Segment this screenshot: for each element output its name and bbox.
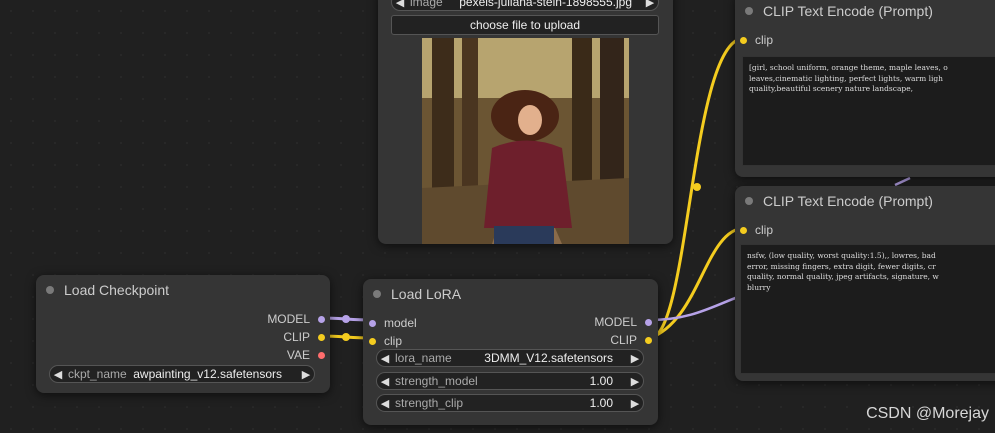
output-vae-label: VAE bbox=[286, 348, 310, 362]
strength-model-label: strength_model bbox=[395, 374, 478, 388]
upload-button[interactable]: choose file to upload bbox=[391, 15, 659, 35]
input-clip[interactable]: clip bbox=[369, 334, 402, 348]
load-image-node[interactable]: ◀ image pexels-juliana-stein-1898555.jpg… bbox=[378, 0, 673, 244]
clip-top-title-bar: CLIP Text Encode (Prompt) bbox=[735, 0, 995, 26]
clip-bottom-input[interactable]: clip bbox=[740, 223, 773, 237]
lora-name-value: 3DMM_V12.safetensors bbox=[484, 351, 613, 365]
clip-bottom-input-label: clip bbox=[755, 223, 774, 237]
input-model[interactable]: model bbox=[369, 316, 417, 330]
output-clip-label: CLIP bbox=[283, 330, 310, 344]
image-value: pexels-juliana-stein-1898555.jpg bbox=[459, 0, 632, 9]
output-model-label: MODEL bbox=[594, 315, 637, 329]
input-model-label: model bbox=[384, 316, 417, 330]
output-model-label: MODEL bbox=[267, 312, 310, 326]
image-select[interactable]: ◀ image pexels-juliana-stein-1898555.jpg… bbox=[391, 0, 659, 11]
clip-encode-top-node[interactable]: CLIP Text Encode (Prompt) clip [girl, sc… bbox=[735, 0, 995, 177]
strength-clip-label: strength_clip bbox=[395, 396, 464, 410]
right-arrow-icon[interactable]: ▶ bbox=[627, 397, 643, 410]
right-arrow-icon[interactable]: ▶ bbox=[627, 352, 643, 365]
clip-pin-icon[interactable] bbox=[369, 337, 376, 345]
clip-top-input[interactable]: clip bbox=[740, 33, 773, 47]
strength-clip-value: 1.00 bbox=[589, 396, 613, 410]
left-arrow-icon[interactable]: ◀ bbox=[377, 397, 393, 410]
output-vae[interactable]: VAE bbox=[287, 348, 325, 362]
photo-illustration bbox=[422, 38, 629, 244]
lora-title: Load LoRA bbox=[391, 286, 462, 302]
node-status-icon bbox=[745, 7, 753, 15]
strength-model-input[interactable]: ◀ strength_model 1.00 ▶ bbox=[376, 372, 644, 390]
output-clip[interactable]: CLIP bbox=[610, 333, 652, 347]
left-arrow-icon[interactable]: ◀ bbox=[50, 368, 66, 381]
output-clip[interactable]: CLIP bbox=[283, 330, 325, 344]
node-status-icon bbox=[373, 290, 381, 298]
ckpt-value: awpainting_v12.safetensors bbox=[133, 367, 282, 381]
clip-pin-icon[interactable] bbox=[318, 333, 325, 341]
model-pin-icon[interactable] bbox=[318, 315, 325, 323]
watermark: CSDN @Morejay bbox=[866, 405, 989, 422]
model-pin-icon[interactable] bbox=[645, 318, 652, 326]
ckpt-name-select[interactable]: ◀ ckpt_name awpainting_v12.safetensors ▶ bbox=[49, 365, 315, 383]
clip-top-input-label: clip bbox=[755, 33, 774, 47]
lora-name-select[interactable]: ◀ lora_name 3DMM_V12.safetensors ▶ bbox=[376, 349, 644, 367]
node-status-icon bbox=[46, 286, 54, 294]
image-label: image bbox=[410, 0, 443, 9]
strength-model-value: 1.00 bbox=[589, 374, 613, 388]
checkpoint-title: Load Checkpoint bbox=[64, 282, 170, 298]
strength-clip-input[interactable]: ◀ strength_clip 1.00 ▶ bbox=[376, 394, 644, 412]
clip-pin-icon[interactable] bbox=[740, 226, 747, 234]
image-preview bbox=[422, 38, 629, 244]
left-arrow-icon[interactable]: ◀ bbox=[377, 375, 393, 388]
ckpt-label: ckpt_name bbox=[68, 367, 127, 381]
right-arrow-icon[interactable]: ▶ bbox=[642, 0, 658, 9]
lora-name-label: lora_name bbox=[395, 351, 452, 365]
left-arrow-icon[interactable]: ◀ bbox=[392, 0, 408, 9]
clip-encode-bottom-node[interactable]: CLIP Text Encode (Prompt) clip nsfw, (lo… bbox=[735, 186, 995, 381]
output-model[interactable]: MODEL bbox=[267, 312, 325, 326]
left-arrow-icon[interactable]: ◀ bbox=[377, 352, 393, 365]
load-lora-node[interactable]: Load LoRA model clip MODEL CLIP ◀ lora_n… bbox=[363, 279, 658, 425]
clip-bottom-title: CLIP Text Encode (Prompt) bbox=[763, 193, 933, 209]
clip-pin-icon[interactable] bbox=[645, 336, 652, 344]
right-arrow-icon[interactable]: ▶ bbox=[298, 368, 314, 381]
negative-prompt-textarea[interactable]: nsfw, (low quality, worst quality:1.5),,… bbox=[740, 244, 995, 374]
output-clip-label: CLIP bbox=[610, 333, 637, 347]
clip-bottom-title-bar: CLIP Text Encode (Prompt) bbox=[735, 186, 995, 216]
lora-title-bar: Load LoRA bbox=[363, 279, 658, 309]
clip-pin-icon[interactable] bbox=[740, 36, 747, 44]
clip-top-title: CLIP Text Encode (Prompt) bbox=[763, 3, 933, 19]
load-checkpoint-node[interactable]: Load Checkpoint MODEL CLIP VAE ◀ ckpt_na… bbox=[36, 275, 330, 393]
right-arrow-icon[interactable]: ▶ bbox=[627, 375, 643, 388]
node-status-icon bbox=[745, 197, 753, 205]
output-model[interactable]: MODEL bbox=[594, 315, 652, 329]
checkpoint-title-bar: Load Checkpoint bbox=[36, 275, 330, 305]
positive-prompt-textarea[interactable]: [girl, school uniform, orange theme, map… bbox=[742, 56, 995, 166]
model-pin-icon[interactable] bbox=[369, 319, 376, 327]
vae-pin-icon[interactable] bbox=[318, 351, 325, 359]
input-clip-label: clip bbox=[384, 334, 403, 348]
